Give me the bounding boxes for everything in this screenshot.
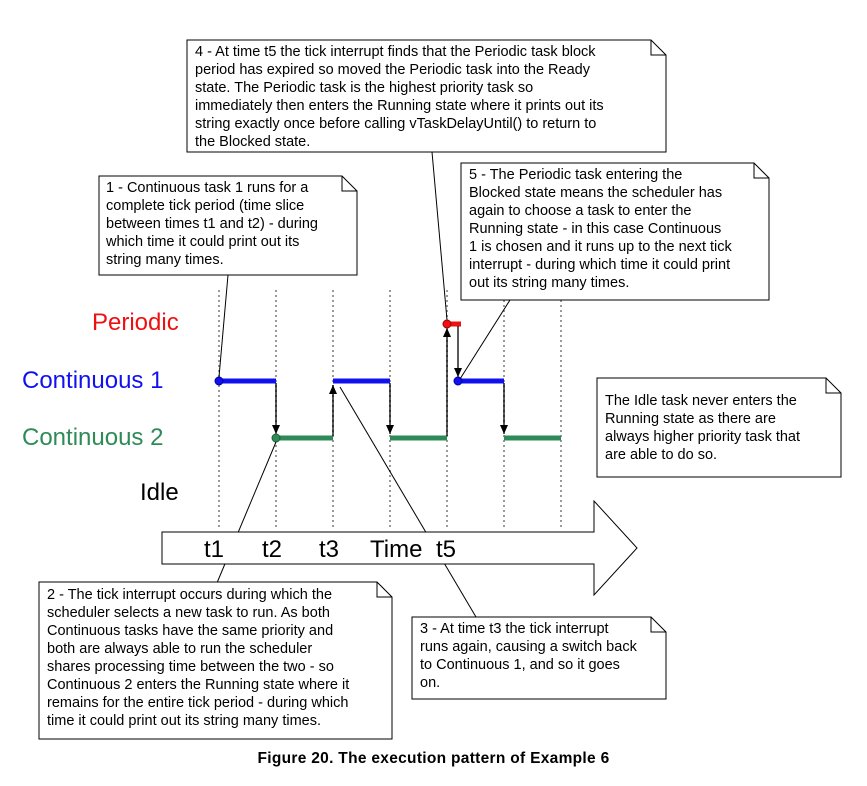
- callout-5-line: 5 - The Periodic task entering the: [469, 167, 682, 183]
- callout-1-line: between times t1 and t2) - during: [106, 216, 318, 232]
- callout-2-line: 2 - The tick interrupt occurs during whi…: [47, 587, 332, 603]
- idle-note-line: The Idle task never enters the: [605, 393, 797, 409]
- lane-label-continuous1: Continuous 1: [22, 367, 163, 394]
- callout-1-line: which time it could print out its: [105, 234, 299, 250]
- callout-3-line: 3 - At time t3 the tick interrupt: [420, 621, 609, 637]
- callout-2-line: remains for the entire tick period - dur…: [47, 695, 348, 711]
- callout-5-line: again to choose a task to enter the: [469, 203, 691, 219]
- callout-3-line: runs again, causing a switch back: [420, 639, 638, 655]
- callout-1-line: complete tick period (time slice: [106, 198, 304, 214]
- callout-4-line: state. The Periodic task is the highest …: [195, 80, 533, 96]
- callout-4-line: the Blocked state.: [195, 134, 310, 150]
- leader-callout-5: [459, 299, 511, 380]
- lane-label-idle: Idle: [140, 479, 179, 506]
- callout-2-line: Continuous tasks have the same priority …: [47, 623, 333, 639]
- time-tick-t3: t3: [319, 536, 339, 563]
- lane-label-continuous2: Continuous 2: [22, 424, 163, 451]
- callout-3-line: on.: [420, 675, 440, 691]
- callout-4-line: 4 - At time t5 the tick interrupt finds …: [195, 44, 596, 60]
- callout-5-line: Blocked state means the scheduler has: [469, 185, 722, 201]
- callout-2-line: time it could print out its string many …: [47, 713, 321, 729]
- callout-2-line: Continuous 2 enters the Running state wh…: [47, 677, 349, 693]
- leader-callout-2: [213, 441, 277, 591]
- dot-continuous2-t2: [271, 433, 281, 443]
- callout-4-line: period has expired so moved the Periodic…: [195, 62, 591, 78]
- time-axis-label: Time: [370, 536, 422, 563]
- time-tick-t5: t5: [436, 536, 456, 563]
- svg-text:5 - The Periodic task entering: 5 - The Periodic task entering the Block…: [469, 167, 736, 291]
- callout-2: 2 - The tick interrupt occurs during whi…: [38, 581, 393, 740]
- time-tick-t1: t1: [204, 536, 224, 563]
- idle-note: The Idle task never enters the Running s…: [596, 377, 842, 478]
- dot-periodic-t5: [442, 319, 452, 329]
- leader-callout-4: [431, 151, 448, 321]
- idle-note-line: are able to do so.: [605, 447, 717, 463]
- callout-4-line: string exactly once before calling vTask…: [195, 116, 596, 132]
- callout-1-line: string many times.: [106, 252, 224, 268]
- callout-4: 4 - At time t5 the tick interrupt finds …: [186, 39, 667, 153]
- callout-5-line: Running state - in this case Continuous: [469, 221, 721, 237]
- time-tick-t2: t2: [262, 536, 282, 563]
- figure-caption: Figure 20. The execution pattern of Exam…: [257, 750, 610, 767]
- callout-1-line: 1 - Continuous task 1 runs for a: [106, 180, 309, 196]
- leader-callout-1: [218, 274, 229, 378]
- callout-5-line: interrupt - during which time it could p…: [469, 257, 730, 273]
- callout-2-line: both are always able to run the schedule…: [47, 641, 312, 657]
- idle-note-line: Running state as there are: [605, 411, 776, 427]
- callout-3: 3 - At time t3 the tick interrupt runs a…: [411, 616, 667, 700]
- callout-2-line: scheduler selects a new task to run. As …: [47, 605, 330, 621]
- callout-1: 1 - Continuous task 1 runs for a complet…: [98, 175, 358, 276]
- dot-continuous1-t1: [214, 376, 224, 386]
- callout-4-line: immediately then enters the Running stat…: [195, 98, 604, 114]
- callout-5: 5 - The Periodic task entering the Block…: [460, 162, 770, 301]
- execution-pattern-diagram: Periodic Continuous 1 Continuous 2 Idle: [22, 39, 842, 740]
- idle-note-line: always higher priority task that: [605, 429, 800, 445]
- callout-2-line: shares processing time between the two -…: [47, 659, 334, 675]
- callout-3-line: to Continuous 1, and so it goes: [420, 657, 620, 673]
- time-arrow: t1 t2 t3 Time t5: [161, 499, 638, 597]
- callout-5-line: out its string many times.: [469, 275, 629, 291]
- lane-label-periodic: Periodic: [92, 309, 179, 336]
- callout-5-line: 1 is chosen and it runs up to the next t…: [469, 239, 733, 255]
